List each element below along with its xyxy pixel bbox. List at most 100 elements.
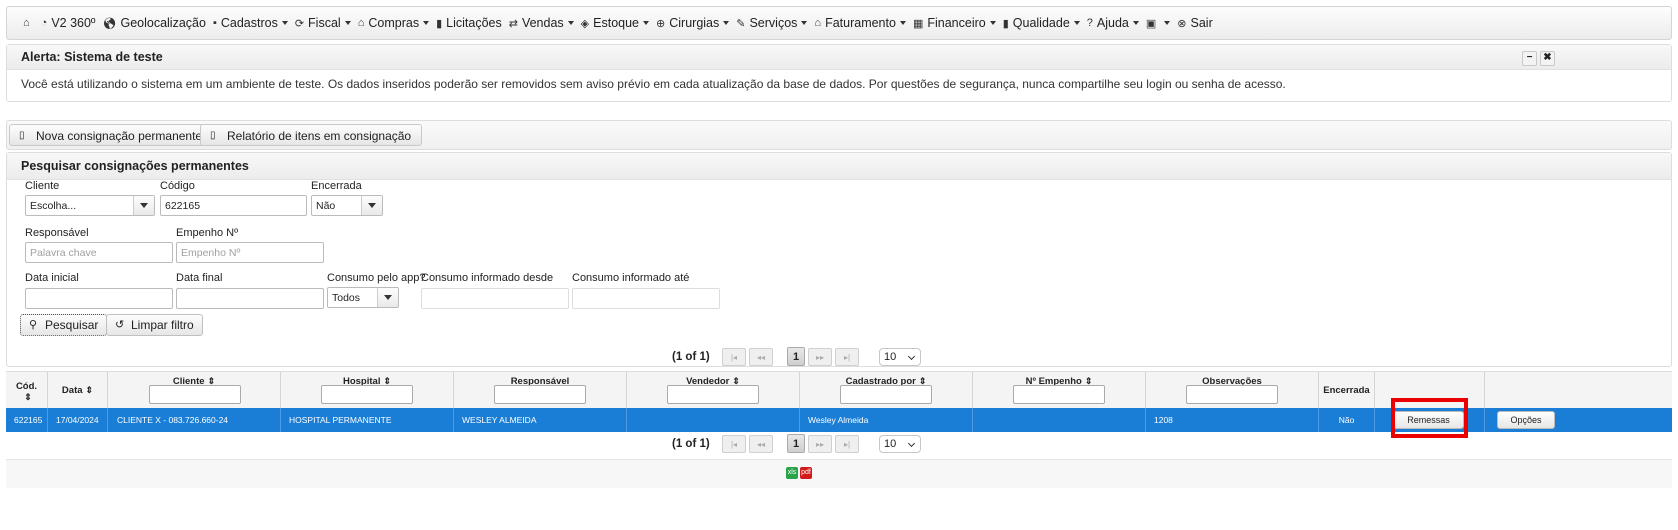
col-empenho[interactable]: Nº Empenho ⇕ (973, 372, 1146, 409)
next-page-button[interactable]: ▸▸ (808, 435, 832, 453)
col-data[interactable]: Data ⇕ (48, 372, 108, 409)
menu-item-home[interactable]: ⌂ (23, 17, 34, 29)
consumo-desde-field[interactable] (421, 288, 569, 309)
menu-item-cirurgias[interactable]: ⊕ Cirurgias (656, 16, 730, 30)
minimize-button[interactable]: − (1522, 51, 1537, 66)
cliente-filter-input[interactable] (149, 385, 241, 404)
menu-item-servi-os[interactable]: ✎ Serviços (736, 16, 808, 30)
col-cadastrado-por[interactable]: Cadastrado por ⇕ (800, 372, 973, 409)
table-row[interactable]: 622165 17/04/2024 CLIENTE X - 083.726.66… (6, 408, 1672, 432)
col-vendedor[interactable]: Vendedor ⇕ (627, 372, 800, 409)
reset-icon: ↺ (115, 319, 125, 331)
consignment-report-button[interactable]: ▯ Relatório de itens em consignação (200, 124, 423, 146)
search-icon: ⚲ (29, 319, 38, 331)
table-header: Cód. ⇕ Data ⇕ Cliente ⇕ Hospital ⇕ Responsáv… (6, 371, 1672, 410)
cell-encerrada: Não (1319, 408, 1375, 432)
empenho-field[interactable] (176, 242, 324, 263)
col-cliente[interactable]: Cliente ⇕ (108, 372, 281, 409)
cell-hospital: HOSPITAL PERMANENTE (281, 408, 454, 432)
empenho-label: Empenho Nº (176, 227, 239, 239)
transfer-icon: ⇄ (508, 17, 518, 30)
consumo-app-select[interactable]: Todos (327, 287, 399, 308)
pie-icon: ◔ (40, 17, 48, 29)
menu-item-vendas[interactable]: ⇄ Vendas (509, 16, 574, 30)
menu-item-label: Estoque (593, 16, 640, 30)
consumo-ate-field[interactable] (572, 288, 720, 309)
data-inicial-label: Data inicial (25, 272, 79, 284)
data-final-label: Data final (176, 272, 223, 284)
menu-item-label: Sair (1190, 16, 1213, 30)
menu-item-cadastros[interactable]: ▪ Cadastros (213, 16, 288, 30)
clear-filter-button[interactable]: ↺ Limpar filtro (106, 314, 203, 336)
last-page-button[interactable]: ▸| (835, 348, 859, 366)
page-1-button[interactable]: 1 (787, 347, 805, 366)
chevron-down-icon (133, 196, 154, 215)
observacoes-filter-input[interactable] (1186, 385, 1278, 404)
caret-down-icon (989, 21, 996, 25)
cell-responsavel: WESLEY ALMEIDA (454, 408, 627, 432)
cell-cod: 622165 (6, 408, 48, 432)
menu-item-geolocaliza-o[interactable]: 🌎︎ Geolocalização (103, 16, 206, 30)
caret-down-icon (567, 21, 574, 25)
vendedor-filter-input[interactable] (667, 385, 759, 404)
data-inicial-field[interactable] (25, 288, 173, 309)
sort-icon: ⇕ (85, 385, 94, 395)
menu-item-label: Vendas (521, 16, 564, 30)
page-status: (1 of 1) (672, 438, 710, 450)
rows-per-page-select[interactable]: 10 (879, 348, 921, 366)
menu-item-sair[interactable]: ⊗ Sair (1177, 16, 1212, 30)
close-button[interactable]: ✖ (1540, 51, 1555, 66)
first-page-button[interactable]: |◂ (722, 348, 746, 366)
menu-item-user-settings[interactable]: ▣ (1146, 17, 1171, 30)
col-cod-label: Cód. (15, 381, 38, 392)
close-circle-icon: ⊗ (1177, 17, 1187, 30)
menu-item-ajuda[interactable]: ? Ajuda (1087, 16, 1139, 30)
menu-item-financeiro[interactable]: ▦ Financeiro (913, 16, 996, 30)
new-consignment-button[interactable]: ▯ Nova consignação permanente (9, 124, 214, 146)
menu-item-qualidade[interactable]: ▮ Qualidade (1003, 16, 1080, 30)
cliente-select[interactable]: Escolha... (25, 195, 155, 216)
col-cod[interactable]: Cód. ⇕ (6, 372, 48, 409)
excel-export-icon[interactable]: xls (786, 467, 798, 479)
search-button[interactable]: ⚲ Pesquisar (20, 314, 108, 336)
responsavel-label: Responsável (25, 227, 89, 239)
empenho-filter-input[interactable] (1013, 385, 1105, 404)
opcoes-button[interactable]: Opções (1497, 411, 1555, 429)
menu-item-estoque[interactable]: ◈ Estoque (581, 16, 650, 30)
previous-page-button[interactable]: ◂◂ (749, 435, 773, 453)
col-hospital[interactable]: Hospital ⇕ (281, 372, 454, 409)
search-button-label: Pesquisar (45, 318, 99, 332)
menu-item-faturamento[interactable]: ⌂ Faturamento (814, 16, 906, 30)
data-final-field[interactable] (176, 288, 324, 309)
menu-item-label: Licitações (446, 16, 502, 30)
rows-per-page-select[interactable]: 10 (879, 435, 921, 453)
menu-item-label: Qualidade (1012, 16, 1070, 30)
main-menu-bar: ⌂ ◔ V2 360º 🌎︎ Geolocalização ▪ Cadastros ⟳ Fisc… (6, 6, 1672, 40)
consumo-app-select-value: Todos (332, 292, 361, 304)
page-1-button[interactable]: 1 (787, 434, 805, 453)
pdf-export-icon[interactable]: pdf (800, 467, 812, 479)
calculator-icon: ▦ (912, 17, 924, 30)
cadastrado-por-filter-input[interactable] (840, 385, 932, 404)
cell-empenho (973, 408, 1146, 432)
alert-header: Alerta: Sistema de teste − ✖ (7, 45, 1671, 70)
paginator-top: (1 of 1) |◂ ◂◂ 1 ▸▸ ▸| 10 (6, 345, 1672, 369)
hospital-filter-input[interactable] (321, 385, 413, 404)
responsavel-field[interactable] (25, 242, 173, 263)
caret-down-icon (899, 21, 906, 25)
menu-item-v2-360-[interactable]: ◔ V2 360º (41, 16, 96, 30)
remessas-button[interactable]: Remessas (1393, 411, 1464, 429)
menu-item-fiscal[interactable]: ⟳ Fiscal (295, 16, 351, 30)
menu-item-compras[interactable]: ⌂ Compras (358, 16, 430, 30)
codigo-field[interactable] (160, 195, 307, 216)
first-page-button[interactable]: |◂ (722, 435, 746, 453)
encerrada-select-value: Não (316, 200, 336, 212)
menu-item-licita-es[interactable]: ▮ Licitações (436, 16, 502, 30)
responsavel-filter-input[interactable] (494, 385, 586, 404)
next-page-button[interactable]: ▸▸ (808, 348, 832, 366)
last-page-button[interactable]: ▸| (835, 435, 859, 453)
refresh-icon: ⟳ (294, 17, 305, 30)
encerrada-select[interactable]: Não (311, 195, 383, 216)
previous-page-button[interactable]: ◂◂ (749, 348, 773, 366)
chevron-down-icon (377, 288, 398, 307)
